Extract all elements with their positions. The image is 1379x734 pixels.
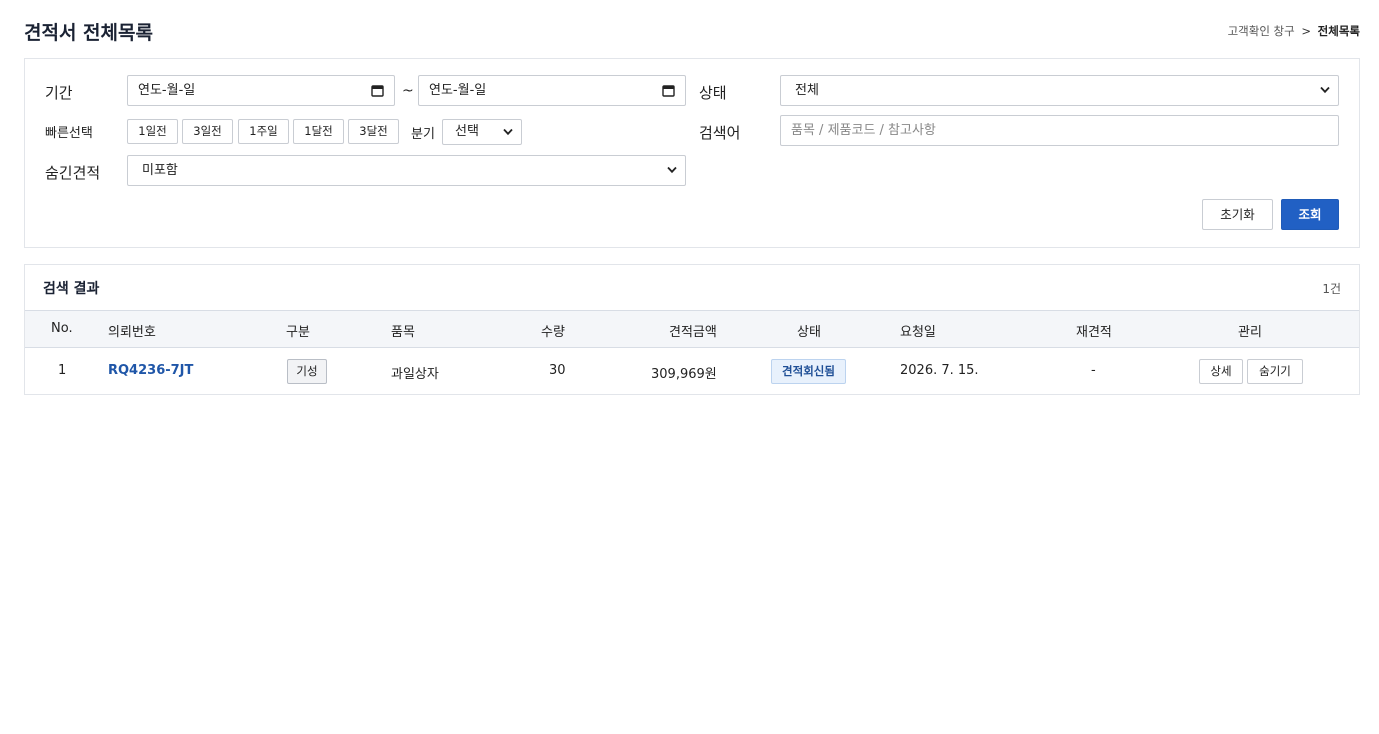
chevron-down-icon xyxy=(667,166,677,174)
breadcrumb-parent[interactable]: 고객확인 창구 xyxy=(1228,24,1295,38)
date-to-value: 연도-월-일 xyxy=(429,83,487,98)
quick-button-1month[interactable]: 1달전 xyxy=(293,119,344,144)
column-header-qty: 수량 xyxy=(541,325,565,340)
column-header-requote: 재견적 xyxy=(1076,325,1112,340)
search-button[interactable]: 조회 xyxy=(1281,199,1339,230)
date-to-input[interactable]: 연도-월-일 xyxy=(418,75,686,106)
quote-amount: 309,969원 xyxy=(651,367,717,382)
status-badge: 견적회신됨 xyxy=(771,359,846,384)
reset-button[interactable]: 초기화 xyxy=(1202,199,1273,230)
page-title: 견적서 전체목록 xyxy=(24,22,153,44)
column-header-actions: 관리 xyxy=(1238,325,1262,340)
column-header-no: No. xyxy=(51,321,73,336)
calendar-icon[interactable] xyxy=(371,84,384,97)
quarter-select[interactable]: 선택 xyxy=(442,119,522,145)
quarter-label: 분기 xyxy=(411,127,435,142)
quick-button-1week[interactable]: 1주일 xyxy=(238,119,289,144)
range-separator: ~ xyxy=(402,83,414,99)
type-badge: 기성 xyxy=(287,359,327,384)
item-name: 과일상자 xyxy=(391,367,439,382)
breadcrumb-current: 전체목록 xyxy=(1317,24,1360,38)
date-from-value: 연도-월-일 xyxy=(138,83,196,98)
request-date: 2026. 7. 15. xyxy=(900,363,979,378)
chevron-down-icon xyxy=(1320,86,1330,94)
keyword-placeholder: 품목 / 제품코드 / 참고사항 xyxy=(791,123,936,138)
quick-button-1day[interactable]: 1일전 xyxy=(127,119,178,144)
quantity: 30 xyxy=(549,363,566,378)
status-select-value: 전체 xyxy=(795,83,819,98)
result-count: 1건 xyxy=(1322,282,1341,296)
keyword-label: 검색어 xyxy=(699,124,741,142)
column-header-item: 품목 xyxy=(391,325,415,340)
column-header-requested: 요청일 xyxy=(900,325,936,340)
breadcrumb: 고객확인 창구 > 전체목록 xyxy=(1228,23,1360,39)
row-no: 1 xyxy=(58,363,67,378)
quick-button-3days[interactable]: 3일전 xyxy=(182,119,233,144)
breadcrumb-separator: > xyxy=(1301,24,1312,38)
status-select[interactable]: 전체 xyxy=(780,75,1339,106)
request-number-link[interactable]: RQ4236-7JT xyxy=(108,363,193,378)
detail-button[interactable]: 상세 xyxy=(1199,359,1243,384)
hide-button[interactable]: 숨기기 xyxy=(1247,359,1303,384)
requote-value: - xyxy=(1091,363,1096,378)
calendar-icon[interactable] xyxy=(662,84,675,97)
result-title: 검색 결과 xyxy=(43,281,100,297)
quarter-select-value: 선택 xyxy=(455,124,479,139)
hidden-quote-select[interactable]: 미포함 xyxy=(127,155,686,186)
column-header-amount: 견적금액 xyxy=(669,325,717,340)
keyword-input[interactable]: 품목 / 제품코드 / 참고사항 xyxy=(780,115,1339,146)
quick-button-3months[interactable]: 3달전 xyxy=(348,119,399,144)
hidden-quote-label: 숨긴견적 xyxy=(45,164,101,182)
column-header-type: 구분 xyxy=(286,325,310,340)
table-row: 1 RQ4236-7JT 기성 과일상자 30 309,969원 견적회신됨 2… xyxy=(25,348,1359,394)
column-header-status: 상태 xyxy=(797,325,821,340)
table-header: No. 의뢰번호 구분 품목 수량 견적금액 상태 요청일 재견적 관리 xyxy=(25,310,1359,348)
chevron-down-icon xyxy=(503,128,513,136)
date-from-input[interactable]: 연도-월-일 xyxy=(127,75,395,106)
period-label: 기간 xyxy=(45,84,73,102)
column-header-request-no: 의뢰번호 xyxy=(108,325,156,340)
hidden-quote-select-value: 미포함 xyxy=(142,163,178,178)
quick-select-label: 빠른선택 xyxy=(45,126,93,141)
filter-panel: 기간 연도-월-일 ~ 연도-월-일 상태 전체 빠른선택 1일전 3일전 1주… xyxy=(24,58,1360,248)
status-label: 상태 xyxy=(699,84,727,102)
result-panel: 검색 결과 1건 No. 의뢰번호 구분 품목 수량 견적금액 상태 요청일 재… xyxy=(24,264,1360,395)
